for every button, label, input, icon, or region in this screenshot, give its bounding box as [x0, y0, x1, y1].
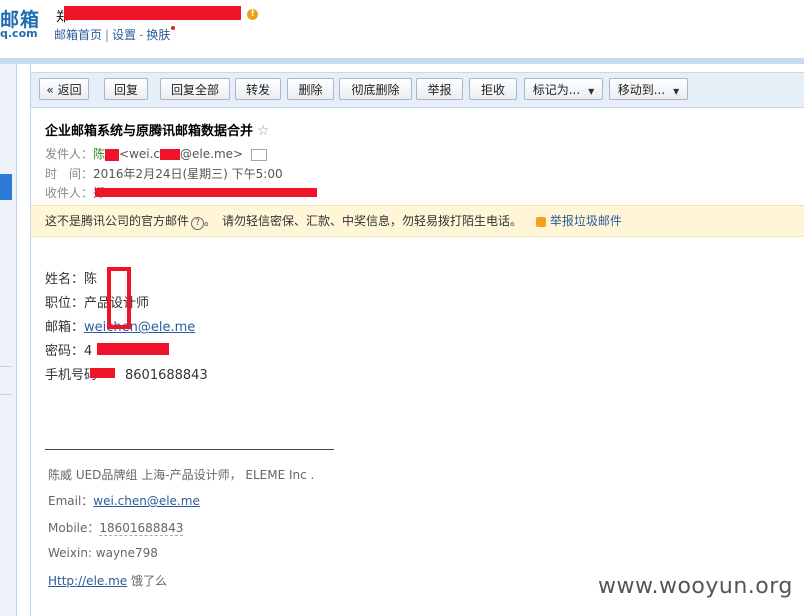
warning-text-detail: 。 请勿轻信密保、汇款、中奖信息，勿轻易拨打陌生电话。 [204, 214, 523, 228]
signature-line1: 陈威 UED品牌组 上海-产品设计师， ELEME Inc . [48, 468, 315, 482]
phone-value: 8601688843 [125, 368, 208, 383]
reject-button[interactable]: 拒收 [469, 78, 517, 100]
reply-all-button[interactable]: 回复全部 [160, 78, 230, 100]
report-spam-label: 举报垃圾邮件 [549, 214, 622, 228]
password-value: 4 [84, 344, 93, 359]
settings-link[interactable]: 设置 [112, 28, 136, 42]
redaction-box [107, 267, 131, 329]
sidebar-divider [0, 394, 12, 395]
sender-email-start: <wei.c [119, 147, 161, 161]
signature-mobile-value[interactable]: 18601688843 [99, 521, 184, 536]
redaction-mark [97, 343, 169, 355]
help-icon[interactable]: ? [191, 217, 205, 230]
warning-icon[interactable]: ! [247, 9, 258, 20]
mail-subject: 企业邮箱系统与原腾讯邮箱数据合并 ☆ [45, 120, 270, 139]
link-separator: - [139, 28, 144, 42]
sender-name[interactable]: 陈 [93, 147, 105, 161]
password-label: 密码： [45, 344, 85, 359]
signature-divider [45, 449, 334, 450]
name-label: 姓名： [45, 272, 85, 287]
time-row: 时 间：2016年2月24日(星期三) 下午5:00 [45, 165, 283, 182]
contact-card-icon[interactable] [251, 148, 268, 161]
skin-link[interactable]: 换肤 [146, 28, 170, 42]
from-label: 发件人： [45, 147, 94, 161]
time-value: 2016年2月24日(星期三) 下午5:00 [93, 167, 283, 181]
signature-mobile-line: Mobile：18601688843 [48, 519, 184, 536]
warning-text-main: 这不是腾讯公司的官方邮件 [45, 214, 190, 228]
redaction-mark [95, 188, 317, 197]
redaction-mark [105, 148, 120, 161]
redaction-mark [90, 368, 115, 378]
sender-email-end: @ele.me> [180, 147, 244, 161]
chevron-down-icon: ▼ [673, 87, 680, 96]
signature-site-suffix: 饿了么 [127, 574, 167, 588]
title-label: 职位： [45, 296, 85, 311]
signature-mobile-label: Mobile： [48, 521, 100, 535]
link-separator: | [105, 28, 110, 42]
body-name-line: 姓名：陈 [45, 268, 97, 287]
signature-site-link[interactable]: Http://ele.me [48, 574, 127, 588]
body-phone-line: 手机号码 8601688843 [45, 364, 208, 383]
to-label: 收件人： [45, 186, 94, 200]
report-icon [535, 216, 546, 227]
chevron-down-icon: ▼ [588, 87, 595, 96]
watermark: www.wooyun.org [598, 574, 793, 599]
email-label: 邮箱： [45, 320, 85, 335]
body-password-line: 密码：4 [45, 340, 92, 359]
sidebar-active-tab[interactable] [0, 174, 12, 200]
header-links: 邮箱首页 | 设置 - 换肤 [54, 26, 176, 43]
mark-as-dropdown[interactable]: 标记为... ▼ [524, 78, 603, 100]
signature-site-line: Http://ele.me 饿了么 [48, 572, 167, 589]
mailbox-home-link[interactable]: 邮箱首页 [54, 28, 102, 42]
report-spam-link[interactable]: 举报垃圾邮件 [535, 214, 622, 228]
mail-read-panel: « 返回 回复 回复全部 转发 删除 彻底删除 举报 拒收 标记为... ▼ 移动… [30, 64, 804, 616]
logo-domain: q.com [0, 27, 38, 40]
signature-email-link[interactable]: wei.chen@ele.me [93, 494, 200, 508]
name-value: 陈 [84, 272, 98, 287]
move-to-dropdown[interactable]: 移动到... ▼ [609, 78, 688, 100]
delete-button[interactable]: 删除 [287, 78, 334, 100]
star-icon[interactable]: ☆ [257, 123, 270, 139]
reply-button[interactable]: 回复 [104, 78, 148, 100]
left-sidebar [0, 64, 17, 616]
signature-email-label: Email： [48, 494, 94, 508]
body-title-line: 职位：产品设计师 [45, 292, 149, 311]
forward-button[interactable]: 转发 [235, 78, 281, 100]
permanent-delete-button[interactable]: 彻底删除 [339, 78, 412, 100]
email-link[interactable]: weichen@ele.me [84, 320, 195, 335]
sender-row: 发件人：陈 <wei.c @ele.me> [45, 145, 268, 162]
signature-email-line: Email：wei.chen@ele.me [48, 492, 200, 509]
mail-toolbar: « 返回 回复 回复全部 转发 删除 彻底删除 举报 拒收 标记为... ▼ 移动… [31, 72, 804, 108]
redaction-mark [160, 149, 181, 160]
mark-as-label: 标记为... [532, 83, 581, 97]
redaction-mark [64, 6, 241, 20]
security-warning-bar: 这不是腾讯公司的官方邮件?。 请勿轻信密保、汇款、中奖信息，勿轻易拨打陌生电话。… [31, 205, 804, 237]
subject-text: 企业邮箱系统与原腾讯邮箱数据合并 [45, 124, 254, 139]
report-button[interactable]: 举报 [416, 78, 463, 100]
notification-dot-icon [171, 26, 176, 30]
back-button[interactable]: « 返回 [39, 78, 89, 100]
time-label: 时 间： [45, 167, 94, 181]
move-to-label: 移动到... [617, 83, 666, 97]
top-header: 邮箱 q.com 郑 ! 邮箱首页 | 设置 - 换肤 [0, 0, 804, 58]
sidebar-divider [0, 366, 12, 367]
signature-weixin: Weixin: wayne798 [48, 546, 158, 560]
